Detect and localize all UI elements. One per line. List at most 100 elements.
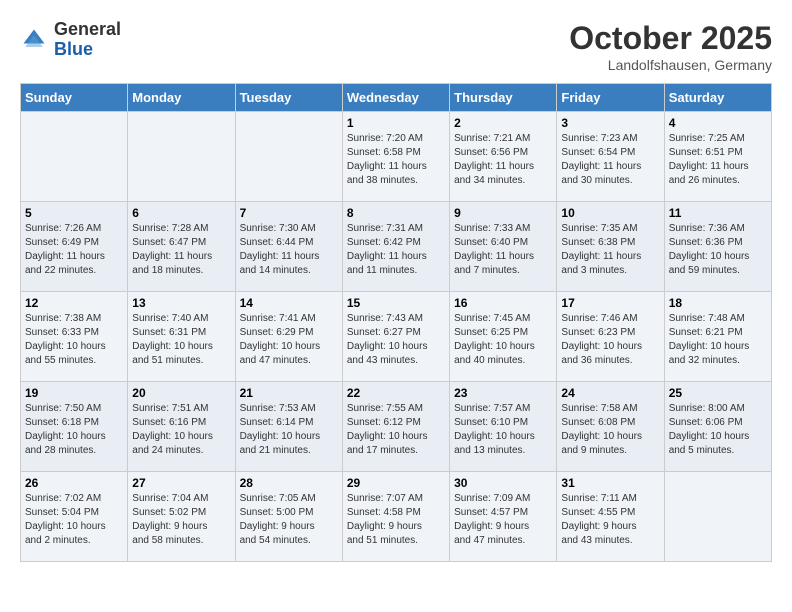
day-info: Sunrise: 7:04 AM Sunset: 5:02 PM Dayligh… (132, 492, 230, 548)
weekday-header-cell: Monday (128, 84, 235, 112)
calendar-week-row: 26Sunrise: 7:02 AM Sunset: 5:04 PM Dayli… (21, 472, 772, 562)
calendar-cell: 26Sunrise: 7:02 AM Sunset: 5:04 PM Dayli… (21, 472, 128, 562)
logo-text: General Blue (54, 20, 121, 60)
weekday-header-cell: Saturday (664, 84, 771, 112)
day-number: 20 (132, 386, 230, 400)
calendar-cell (664, 472, 771, 562)
day-info: Sunrise: 7:28 AM Sunset: 6:47 PM Dayligh… (132, 222, 230, 278)
day-info: Sunrise: 7:33 AM Sunset: 6:40 PM Dayligh… (454, 222, 552, 278)
day-info: Sunrise: 7:55 AM Sunset: 6:12 PM Dayligh… (347, 402, 445, 458)
calendar-week-row: 5 Sunrise: 7:26 AM Sunset: 6:49 PM Daylig… (21, 202, 772, 292)
day-number: 10 (561, 206, 659, 220)
calendar-cell: 16 Sunrise: 7:45 AM Sunset: 6:25 PM Dayli… (450, 292, 557, 382)
day-number: 27 (132, 476, 230, 490)
day-info: Sunrise: 7:41 AM Sunset: 6:29 PM Dayligh… (240, 312, 338, 368)
day-info: Sunrise: 7:31 AM Sunset: 6:42 PM Dayligh… (347, 222, 445, 278)
calendar-cell: 25Sunrise: 8:00 AM Sunset: 6:06 PM Dayli… (664, 382, 771, 472)
calendar-cell (128, 112, 235, 202)
calendar-cell: 23 Sunrise: 7:57 AM Sunset: 6:10 PM Dayli… (450, 382, 557, 472)
day-info: Sunrise: 7:20 AM Sunset: 6:58 PM Dayligh… (347, 132, 445, 188)
day-info: Sunrise: 7:48 AM Sunset: 6:21 PM Dayligh… (669, 312, 767, 368)
calendar-cell: 3Sunrise: 7:23 AM Sunset: 6:54 PM Daylig… (557, 112, 664, 202)
calendar-cell: 13 Sunrise: 7:40 AM Sunset: 6:31 PM Dayli… (128, 292, 235, 382)
day-number: 16 (454, 296, 552, 310)
calendar-cell: 7 Sunrise: 7:30 AM Sunset: 6:44 PM Daylig… (235, 202, 342, 292)
logo: General Blue (20, 20, 121, 60)
calendar-week-row: 19 Sunrise: 7:50 AM Sunset: 6:18 PM Dayli… (21, 382, 772, 472)
day-number: 22 (347, 386, 445, 400)
calendar-cell: 12 Sunrise: 7:38 AM Sunset: 6:33 PM Dayli… (21, 292, 128, 382)
month-title: October 2025 (569, 20, 772, 57)
day-number: 14 (240, 296, 338, 310)
day-number: 2 (454, 116, 552, 130)
day-info: Sunrise: 7:45 AM Sunset: 6:25 PM Dayligh… (454, 312, 552, 368)
calendar-cell: 17 Sunrise: 7:46 AM Sunset: 6:23 PM Dayli… (557, 292, 664, 382)
day-number: 3 (561, 116, 659, 130)
calendar-cell: 22 Sunrise: 7:55 AM Sunset: 6:12 PM Dayli… (342, 382, 449, 472)
calendar-cell: 29 Sunrise: 7:07 AM Sunset: 4:58 PM Dayli… (342, 472, 449, 562)
day-info: Sunrise: 7:57 AM Sunset: 6:10 PM Dayligh… (454, 402, 552, 458)
calendar-cell (235, 112, 342, 202)
day-info: Sunrise: 7:53 AM Sunset: 6:14 PM Dayligh… (240, 402, 338, 458)
calendar-week-row: 12 Sunrise: 7:38 AM Sunset: 6:33 PM Dayli… (21, 292, 772, 382)
day-info: Sunrise: 7:30 AM Sunset: 6:44 PM Dayligh… (240, 222, 338, 278)
day-number: 31 (561, 476, 659, 490)
logo-general: General (54, 19, 121, 39)
calendar-cell (21, 112, 128, 202)
day-info: Sunrise: 7:11 AM Sunset: 4:55 PM Dayligh… (561, 492, 659, 548)
day-info: Sunrise: 7:21 AM Sunset: 6:56 PM Dayligh… (454, 132, 552, 188)
day-info: Sunrise: 7:50 AM Sunset: 6:18 PM Dayligh… (25, 402, 123, 458)
day-number: 18 (669, 296, 767, 310)
day-info: Sunrise: 7:25 AM Sunset: 6:51 PM Dayligh… (669, 132, 767, 188)
calendar-cell: 11Sunrise: 7:36 AM Sunset: 6:36 PM Dayli… (664, 202, 771, 292)
calendar-table: SundayMondayTuesdayWednesdayThursdayFrid… (20, 83, 772, 562)
day-number: 21 (240, 386, 338, 400)
day-info: Sunrise: 7:40 AM Sunset: 6:31 PM Dayligh… (132, 312, 230, 368)
calendar-cell: 5 Sunrise: 7:26 AM Sunset: 6:49 PM Daylig… (21, 202, 128, 292)
calendar-cell: 21 Sunrise: 7:53 AM Sunset: 6:14 PM Dayli… (235, 382, 342, 472)
day-number: 15 (347, 296, 445, 310)
day-number: 19 (25, 386, 123, 400)
calendar-cell: 9 Sunrise: 7:33 AM Sunset: 6:40 PM Daylig… (450, 202, 557, 292)
day-info: Sunrise: 7:09 AM Sunset: 4:57 PM Dayligh… (454, 492, 552, 548)
day-info: Sunrise: 7:07 AM Sunset: 4:58 PM Dayligh… (347, 492, 445, 548)
day-number: 28 (240, 476, 338, 490)
day-number: 9 (454, 206, 552, 220)
day-info: Sunrise: 7:38 AM Sunset: 6:33 PM Dayligh… (25, 312, 123, 368)
weekday-header-row: SundayMondayTuesdayWednesdayThursdayFrid… (21, 84, 772, 112)
day-number: 4 (669, 116, 767, 130)
day-info: Sunrise: 7:35 AM Sunset: 6:38 PM Dayligh… (561, 222, 659, 278)
day-number: 5 (25, 206, 123, 220)
page-header: General Blue October 2025 Landolfshausen… (20, 20, 772, 73)
day-info: Sunrise: 7:58 AM Sunset: 6:08 PM Dayligh… (561, 402, 659, 458)
calendar-cell: 31 Sunrise: 7:11 AM Sunset: 4:55 PM Dayli… (557, 472, 664, 562)
day-number: 23 (454, 386, 552, 400)
day-number: 12 (25, 296, 123, 310)
day-number: 29 (347, 476, 445, 490)
day-number: 26 (25, 476, 123, 490)
day-number: 13 (132, 296, 230, 310)
weekday-header-cell: Tuesday (235, 84, 342, 112)
calendar-cell: 20 Sunrise: 7:51 AM Sunset: 6:16 PM Dayli… (128, 382, 235, 472)
weekday-header-cell: Sunday (21, 84, 128, 112)
calendar-cell: 4 Sunrise: 7:25 AM Sunset: 6:51 PM Daylig… (664, 112, 771, 202)
day-info: Sunrise: 7:05 AM Sunset: 5:00 PM Dayligh… (240, 492, 338, 548)
day-info: Sunrise: 7:26 AM Sunset: 6:49 PM Dayligh… (25, 222, 123, 278)
weekday-header-cell: Wednesday (342, 84, 449, 112)
day-number: 1 (347, 116, 445, 130)
calendar-cell: 30Sunrise: 7:09 AM Sunset: 4:57 PM Dayli… (450, 472, 557, 562)
calendar-cell: 19 Sunrise: 7:50 AM Sunset: 6:18 PM Dayli… (21, 382, 128, 472)
day-info: Sunrise: 7:46 AM Sunset: 6:23 PM Dayligh… (561, 312, 659, 368)
weekday-header-cell: Thursday (450, 84, 557, 112)
calendar-cell: 27 Sunrise: 7:04 AM Sunset: 5:02 PM Dayli… (128, 472, 235, 562)
day-number: 24 (561, 386, 659, 400)
day-number: 25 (669, 386, 767, 400)
calendar-cell: 14 Sunrise: 7:41 AM Sunset: 6:29 PM Dayli… (235, 292, 342, 382)
calendar-cell: 6Sunrise: 7:28 AM Sunset: 6:47 PM Daylig… (128, 202, 235, 292)
day-number: 7 (240, 206, 338, 220)
day-number: 17 (561, 296, 659, 310)
day-info: Sunrise: 7:51 AM Sunset: 6:16 PM Dayligh… (132, 402, 230, 458)
logo-blue: Blue (54, 39, 93, 59)
calendar-cell: 10 Sunrise: 7:35 AM Sunset: 6:38 PM Dayli… (557, 202, 664, 292)
calendar-cell: 8Sunrise: 7:31 AM Sunset: 6:42 PM Daylig… (342, 202, 449, 292)
